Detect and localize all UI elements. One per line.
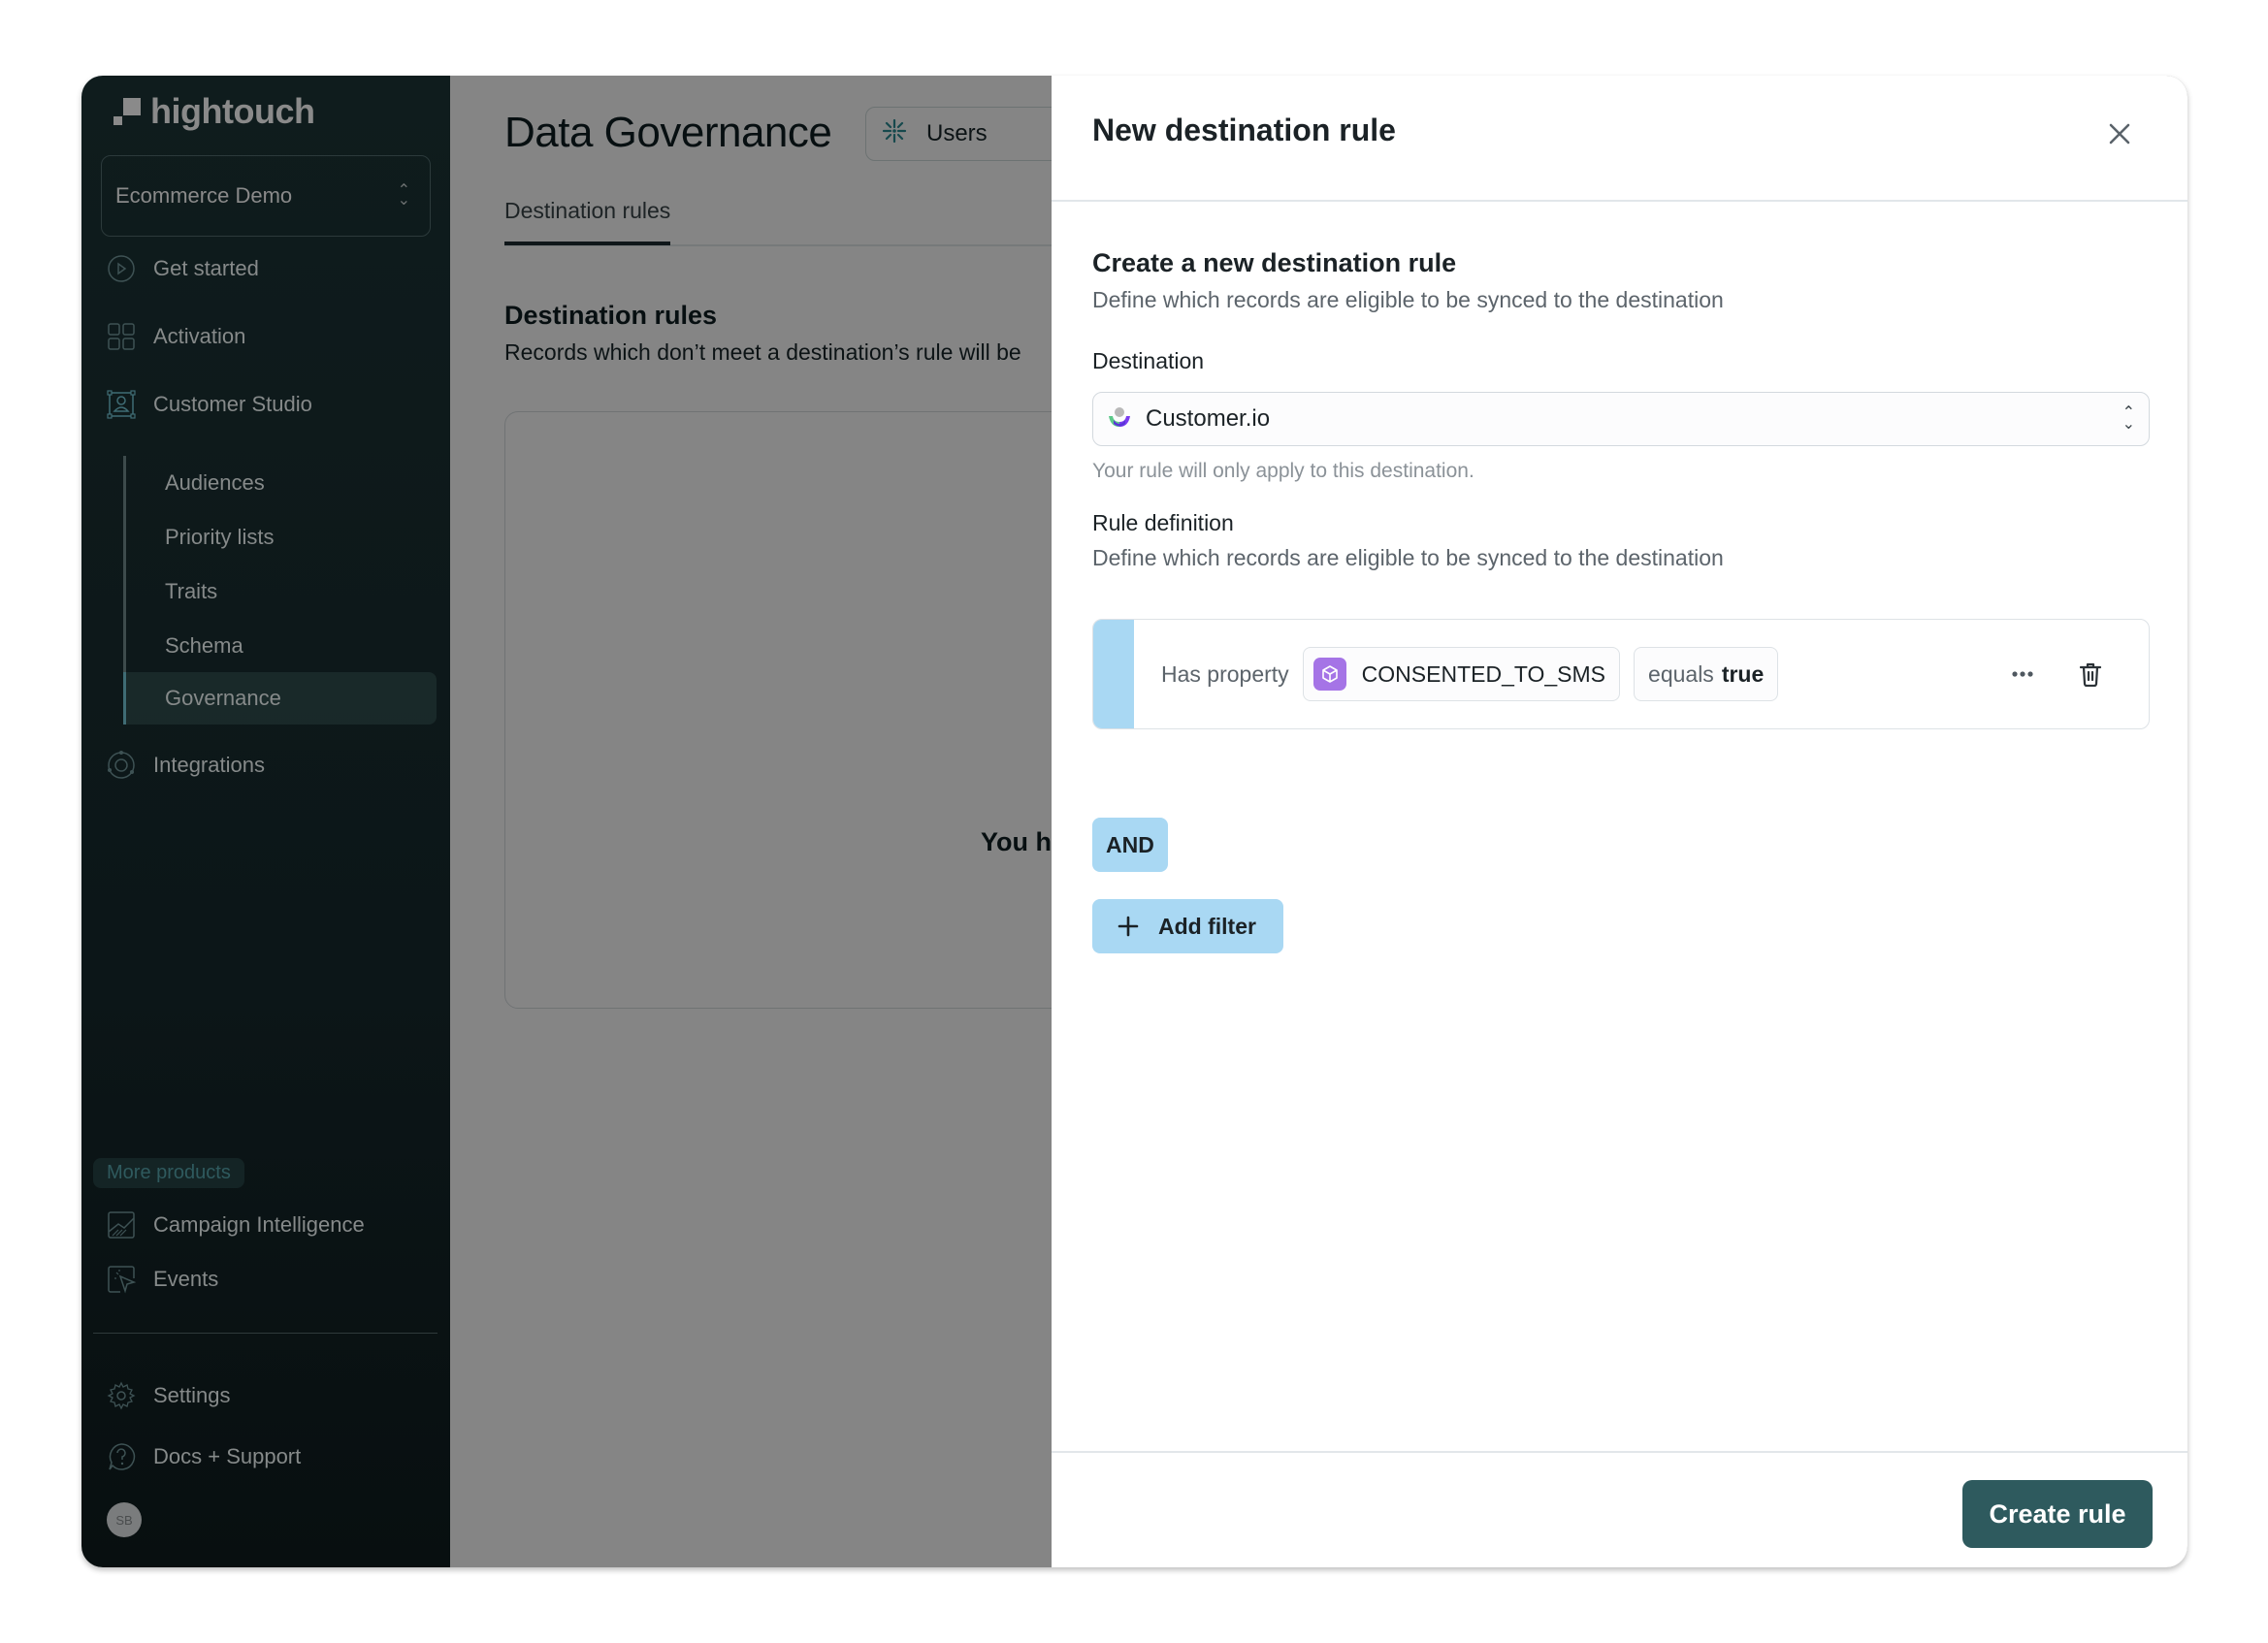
sidebar-item-label: Integrations bbox=[153, 753, 265, 777]
more-products-label: More products bbox=[93, 1158, 244, 1188]
sidebar-item-integrations[interactable]: Integrations bbox=[107, 741, 265, 789]
sidebar-item-activation[interactable]: Activation bbox=[107, 312, 245, 361]
sidebar-item-label: Campaign Intelligence bbox=[153, 1212, 365, 1237]
sidebar-item-label: Get started bbox=[153, 256, 259, 280]
chevron-up-down-icon: ⌃ ⌄ bbox=[397, 182, 410, 209]
chevron-up-down-icon: ⌃ ⌄ bbox=[2122, 404, 2135, 433]
sidebar-subitem-governance[interactable]: Governance bbox=[123, 672, 437, 725]
sidebar-item-get-started[interactable]: Get started bbox=[107, 244, 259, 293]
sidebar-subitem-label: Priority lists bbox=[165, 525, 275, 549]
sidebar-item-label: Events bbox=[153, 1267, 219, 1291]
condition-more-button[interactable] bbox=[2003, 655, 2042, 693]
operator-value-selector[interactable]: equals true bbox=[1634, 647, 1779, 701]
sidebar-subitem-label: Audiences bbox=[165, 470, 265, 495]
rule-definition-description: Define which records are eligible to be … bbox=[1092, 545, 1724, 570]
sidebar-subitem-label: Traits bbox=[165, 579, 218, 603]
user-avatar[interactable]: SB bbox=[107, 1502, 142, 1537]
sidebar-item-events[interactable]: Events bbox=[107, 1255, 218, 1304]
property-selector[interactable]: CONSENTED_TO_SMS bbox=[1302, 647, 1621, 701]
destination-hint: Your rule will only apply to this destin… bbox=[1092, 460, 1474, 482]
sidebar-item-label: Settings bbox=[153, 1383, 231, 1407]
property-name: CONSENTED_TO_SMS bbox=[1361, 660, 1606, 687]
create-rule-heading: Create a new destination rule bbox=[1092, 248, 1457, 277]
create-rule-button[interactable]: Create rule bbox=[1962, 1480, 2153, 1548]
sidebar-subitem-audiences[interactable]: Audiences bbox=[126, 457, 437, 509]
customerio-logo-icon bbox=[1107, 405, 1132, 434]
sidebar-item-label: Activation bbox=[153, 324, 246, 348]
workspace-name: Ecommerce Demo bbox=[115, 183, 293, 208]
add-filter-button[interactable]: Add filter bbox=[1092, 899, 1283, 953]
app-window: hightouch Ecommerce Demo ⌃ ⌄ Get started … bbox=[81, 76, 2187, 1567]
activation-grid-icon bbox=[107, 322, 136, 351]
customer-studio-icon bbox=[107, 390, 136, 419]
brand-logo[interactable]: hightouch bbox=[113, 91, 315, 132]
drawer-footer: Create rule bbox=[1052, 1451, 2187, 1567]
sidebar-divider bbox=[93, 1333, 437, 1334]
sidebar-subitem-schema[interactable]: Schema bbox=[126, 620, 437, 672]
operator-value: true bbox=[1721, 660, 1765, 687]
integrations-orbit-icon bbox=[107, 751, 136, 780]
rule-condition-card: Has property CONSENTED_TO_SMS equals tru… bbox=[1092, 619, 2150, 729]
condition-accent-bar bbox=[1093, 620, 1134, 728]
operator-label: equals bbox=[1648, 660, 1714, 687]
delete-condition-button[interactable] bbox=[2071, 655, 2110, 693]
create-rule-description: Define which records are eligible to be … bbox=[1092, 287, 1724, 312]
gear-icon bbox=[107, 1381, 136, 1410]
condition-prefix: Has property bbox=[1161, 660, 1289, 687]
sidebar-subitem-label: Schema bbox=[165, 633, 243, 658]
hightouch-logo-icon bbox=[113, 98, 141, 125]
sidebar-item-label: Customer Studio bbox=[153, 392, 312, 416]
drawer-header: New destination rule bbox=[1052, 76, 2187, 202]
plus-icon bbox=[1118, 916, 1139, 937]
campaign-chart-icon bbox=[107, 1210, 136, 1240]
drawer-title: New destination rule bbox=[1092, 113, 1396, 147]
sidebar-item-label: Docs + Support bbox=[153, 1444, 302, 1468]
close-icon bbox=[2109, 123, 2130, 145]
cube-icon bbox=[1312, 658, 1346, 691]
sidebar-item-docs-support[interactable]: Docs + Support bbox=[107, 1433, 301, 1481]
close-button[interactable] bbox=[2102, 116, 2137, 151]
sidebar-subitem-traits[interactable]: Traits bbox=[126, 565, 437, 618]
sidebar-item-settings[interactable]: Settings bbox=[107, 1371, 231, 1420]
new-rule-drawer: New destination rule Create a new destin… bbox=[1052, 76, 2187, 1567]
help-bubble-icon bbox=[107, 1442, 136, 1471]
sidebar-subitem-priority-lists[interactable]: Priority lists bbox=[126, 511, 437, 564]
brand-name: hightouch bbox=[150, 91, 315, 131]
sidebar: hightouch Ecommerce Demo ⌃ ⌄ Get started … bbox=[81, 76, 450, 1567]
sidebar-item-campaign-intelligence[interactable]: Campaign Intelligence bbox=[107, 1201, 365, 1249]
add-filter-label: Add filter bbox=[1158, 913, 1256, 939]
destination-select[interactable]: Customer.io ⌃ ⌄ bbox=[1092, 392, 2150, 446]
events-cursor-icon bbox=[107, 1265, 136, 1294]
rule-definition-label: Rule definition bbox=[1092, 510, 1234, 535]
and-conjunction-toggle[interactable]: AND bbox=[1092, 818, 1168, 872]
ellipsis-icon bbox=[2012, 671, 2033, 677]
sidebar-subitem-label: Governance bbox=[165, 686, 281, 710]
sidebar-item-customer-studio[interactable]: Customer Studio bbox=[107, 380, 312, 429]
destination-label: Destination bbox=[1092, 348, 1205, 373]
trash-icon bbox=[2079, 662, 2102, 687]
workspace-switcher[interactable]: Ecommerce Demo ⌃ ⌄ bbox=[101, 155, 431, 237]
play-circle-icon bbox=[107, 254, 136, 283]
destination-value: Customer.io bbox=[1146, 405, 1271, 432]
